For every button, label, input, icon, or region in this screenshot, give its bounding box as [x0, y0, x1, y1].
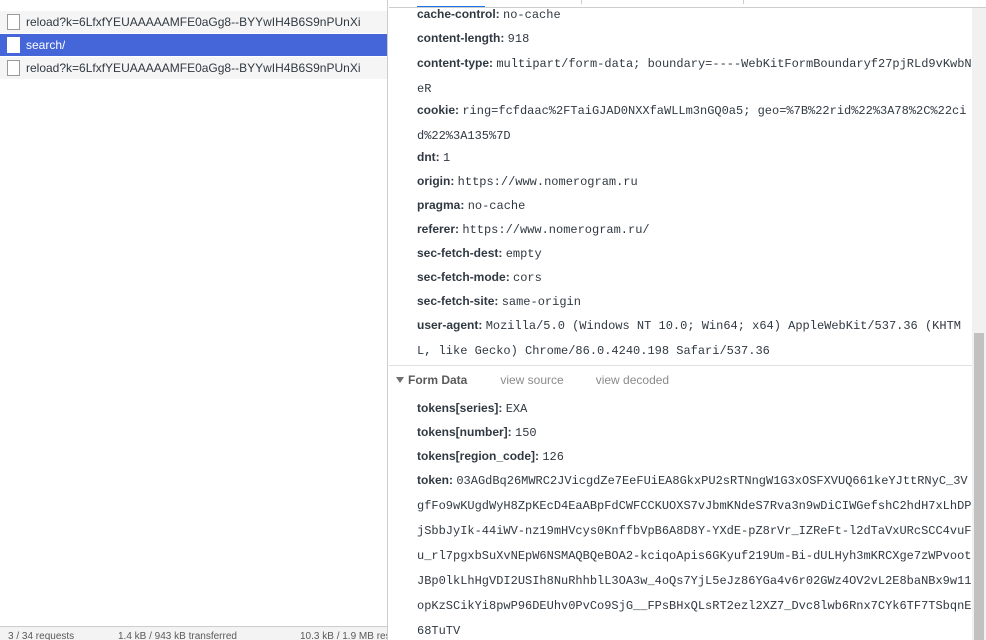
- request-name: reload?k=6LfxfYEUAAAAAMFE0aGg8--BYYwIH4B…: [26, 61, 361, 75]
- header-content-type: content-type: multipart/form-data; bound…: [417, 56, 972, 96]
- document-icon: [7, 60, 20, 76]
- form-field-tokens-region-code: tokens[region_code]: 126: [417, 449, 564, 464]
- header-referer: referer: https://www.nomerogram.ru/: [417, 222, 650, 237]
- header-cookie: cookie: ring=fcfdaac%2FTaiGJAD0NXXfaWLLm…: [417, 103, 967, 143]
- header-pragma: pragma: no-cache: [417, 198, 526, 213]
- document-icon: [7, 37, 20, 53]
- status-resources: 10.3 kB / 1.9 MB resources: [300, 631, 387, 640]
- triangle-down-icon[interactable]: [396, 377, 404, 383]
- request-row-reload-1[interactable]: reload?k=6LfxfYEUAAAAAMFE0aGg8--BYYwIH4B…: [0, 11, 387, 33]
- form-field-tokens-series: tokens[series]: EXA: [417, 401, 528, 416]
- view-decoded-link[interactable]: view decoded: [596, 373, 669, 387]
- request-name: reload?k=6LfxfYEUAAAAAMFE0aGg8--BYYwIH4B…: [26, 15, 361, 29]
- form-field-tokens-number: tokens[number]: 150: [417, 425, 537, 440]
- form-field-token: token: 03AGdBq26MWRC2JVicgdZe7EeFUiEA8Gk…: [417, 473, 972, 638]
- headers-panel: cache-control: no-cache content-length: …: [389, 0, 986, 640]
- header-dnt: dnt: 1: [417, 150, 451, 165]
- header-origin: origin: https://www.nomerogram.ru: [417, 174, 638, 189]
- form-data-section-header[interactable]: Form Data view source view decoded: [396, 368, 669, 392]
- header-sec-fetch-site: sec-fetch-site: same-origin: [417, 294, 581, 309]
- vertical-scrollbar[interactable]: [972, 8, 986, 640]
- document-icon: [7, 14, 20, 30]
- request-row-reload-2[interactable]: reload?k=6LfxfYEUAAAAAMFE0aGg8--BYYwIH4B…: [0, 57, 387, 79]
- header-sec-fetch-mode: sec-fetch-mode: cors: [417, 270, 542, 285]
- section-divider: [389, 365, 973, 366]
- status-requests: 3 / 34 requests: [8, 631, 75, 640]
- status-transferred: 1.4 kB / 943 kB transferred: [118, 631, 237, 640]
- header-cache-control: cache-control: no-cache: [417, 7, 561, 22]
- header-sec-fetch-dest: sec-fetch-dest: empty: [417, 246, 542, 261]
- scrollbar-thumb[interactable]: [974, 333, 984, 640]
- header-content-length: content-length: 918: [417, 31, 530, 46]
- form-data-title: Form Data: [408, 373, 468, 387]
- view-source-link[interactable]: view source: [500, 373, 563, 387]
- request-name: search/: [26, 38, 66, 52]
- request-list-panel: reload?k=6LfxfYEUAAAAAMFE0aGg8--BYYwIH4B…: [0, 0, 388, 640]
- request-row-search[interactable]: search/: [0, 34, 387, 56]
- network-status-bar: 3 / 34 requests 1.4 kB / 943 kB transfer…: [0, 626, 387, 640]
- header-user-agent: user-agent: Mozilla/5.0 (Windows NT 10.0…: [417, 318, 961, 358]
